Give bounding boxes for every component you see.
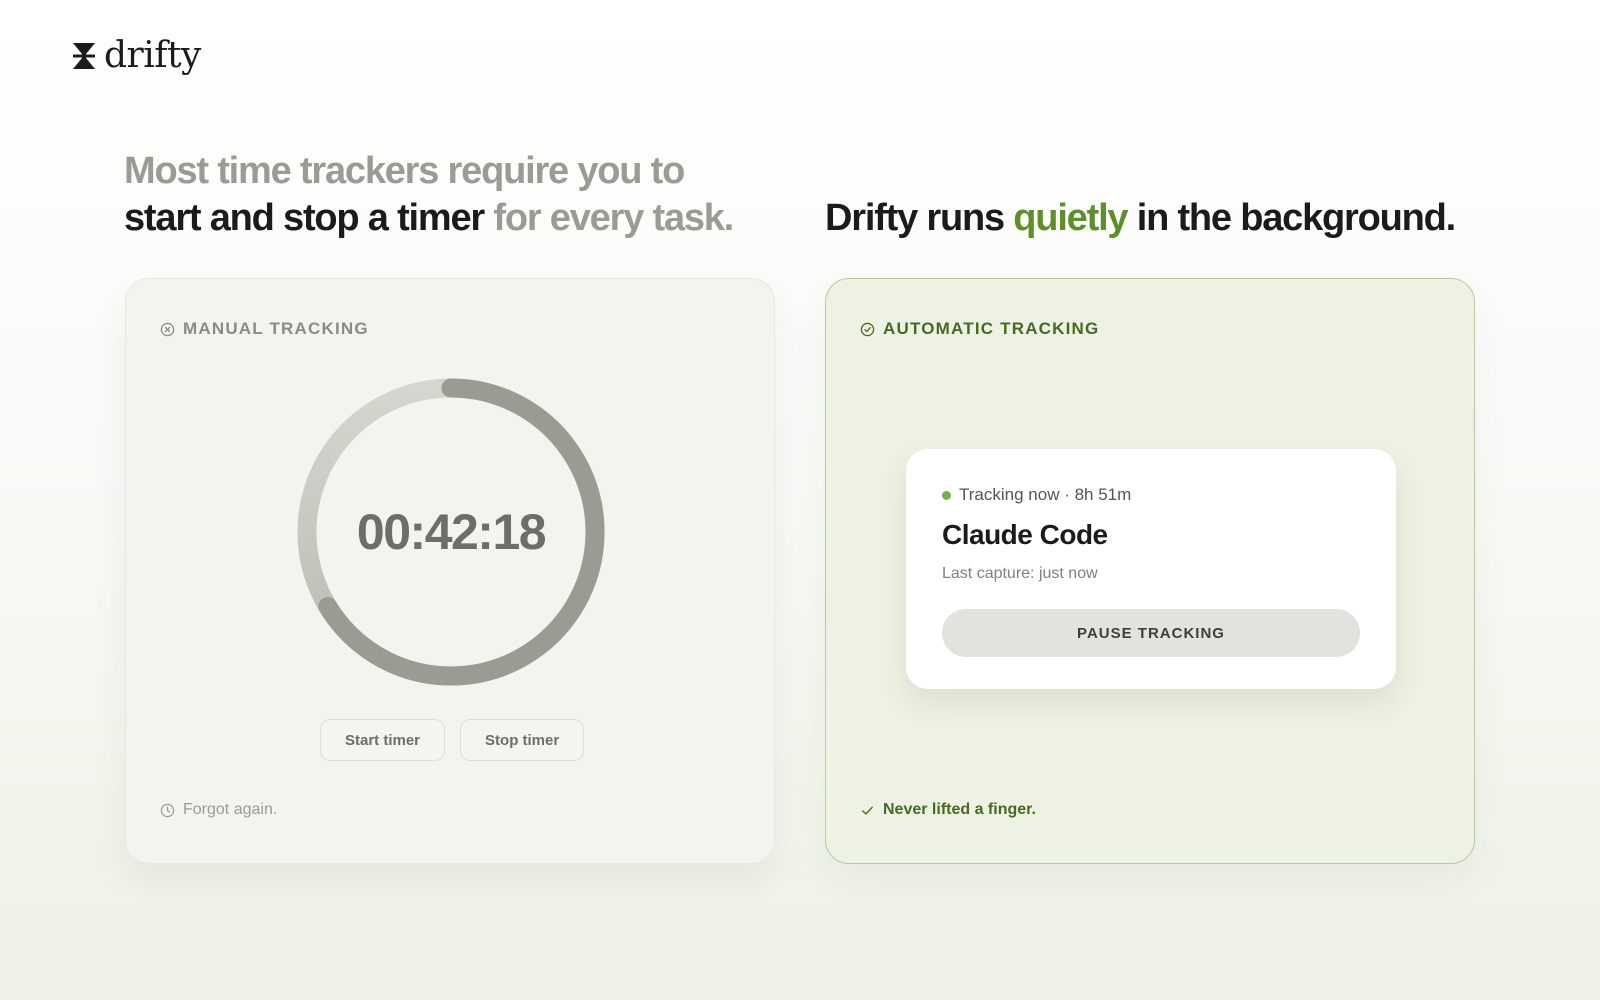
manual-headline: Most time trackers require you to start … xyxy=(124,148,804,242)
automatic-footer-text: Never lifted a finger. xyxy=(883,801,1036,818)
tracking-status-line: Tracking now · 8h 51m xyxy=(942,485,1131,505)
clock-icon xyxy=(160,803,175,817)
manual-tracking-card: MANUAL TRACKING 00:42:18 Start timer Sto… xyxy=(125,278,775,864)
manual-headline-line2-dark: start and stop a timer xyxy=(124,197,485,239)
status-dot xyxy=(942,490,951,500)
last-capture-text: Last capture: just now xyxy=(942,565,1098,582)
check-icon xyxy=(862,806,873,815)
automatic-tracking-card: AUTOMATIC TRACKING Tracking now · 8h 51m… xyxy=(825,278,1475,864)
hourglass-icon xyxy=(73,43,95,69)
tracked-app-title: Claude Code xyxy=(942,519,1108,550)
manual-footer-text: Forgot again. xyxy=(183,801,278,818)
manual-tracking-label-text: MANUAL TRACKING xyxy=(183,319,369,338)
x-circle-icon xyxy=(160,322,175,336)
automatic-tracking-label-text: AUTOMATIC TRACKING xyxy=(883,319,1100,338)
timer-display: 00:42:18 xyxy=(356,504,547,560)
tracking-status-text: Tracking now · 8h 51m xyxy=(959,485,1132,504)
timer-ring: 00:42:18 xyxy=(296,377,606,687)
automatic-tracking-label: AUTOMATIC TRACKING xyxy=(860,319,1099,339)
manual-footer: Forgot again. xyxy=(160,801,277,819)
start-timer-button[interactable]: Start timer xyxy=(320,719,446,761)
timer-controls: Start timer Stop timer xyxy=(320,719,585,761)
manual-headline-line2-muted: for every task. xyxy=(493,197,734,239)
auto-headline-after: in the background. xyxy=(1136,197,1457,239)
check-circle-icon xyxy=(860,322,875,336)
auto-headline-accent: quietly xyxy=(1013,197,1128,239)
auto-headline: Drifty runs quietly in the background. xyxy=(825,195,1525,242)
brand-name: drifty xyxy=(104,35,201,76)
auto-headline-before: Drifty runs xyxy=(825,197,1005,239)
stop-timer-button[interactable]: Stop timer xyxy=(460,719,585,761)
brand-logo[interactable]: drifty xyxy=(72,38,201,74)
pause-tracking-button[interactable]: PAUSE TRACKING xyxy=(942,609,1360,657)
manual-tracking-label: MANUAL TRACKING xyxy=(160,319,369,339)
automatic-footer: Never lifted a finger. xyxy=(860,801,1036,819)
manual-headline-line1: Most time trackers require you to xyxy=(124,150,685,192)
tracking-status-card: Tracking now · 8h 51m Claude Code Last c… xyxy=(906,449,1396,689)
